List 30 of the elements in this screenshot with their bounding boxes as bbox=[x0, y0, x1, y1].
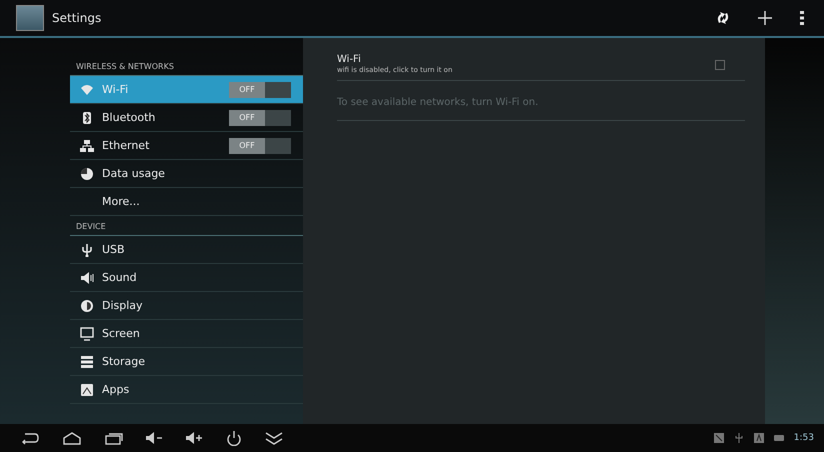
settings-item[interactable]: Display bbox=[70, 292, 303, 320]
contrast-icon bbox=[80, 298, 94, 312]
settings-item[interactable]: USB bbox=[70, 236, 303, 264]
pie-chart-icon bbox=[80, 166, 94, 180]
network-icon bbox=[80, 138, 94, 152]
settings-item[interactable]: Sound bbox=[70, 264, 303, 292]
bluetooth-icon bbox=[80, 110, 94, 124]
settings-item[interactable]: Screen bbox=[70, 320, 303, 348]
speaker-icon bbox=[80, 270, 94, 284]
battery-icon bbox=[774, 433, 784, 443]
wifi-title: Wi-Fi bbox=[337, 54, 362, 65]
wifi-icon bbox=[80, 82, 94, 96]
clock: 1:53 bbox=[794, 433, 814, 443]
settings-item[interactable]: Bluetooth OFF bbox=[70, 104, 303, 132]
keyboard-icon bbox=[754, 433, 764, 443]
wifi-off-message: To see available networks, turn Wi-Fi on. bbox=[337, 81, 745, 121]
settings-item[interactable]: Storage bbox=[70, 348, 303, 376]
settings-app-icon bbox=[16, 5, 44, 31]
list-icon bbox=[80, 354, 94, 368]
usb-icon bbox=[734, 433, 744, 443]
section-header: DEVICE bbox=[70, 222, 303, 236]
usb-icon bbox=[80, 242, 94, 256]
monitor-icon bbox=[80, 326, 94, 340]
settings-item[interactable]: Data usage bbox=[70, 160, 303, 188]
settings-item[interactable]: Apps bbox=[70, 376, 303, 404]
notification-icon bbox=[714, 433, 724, 443]
wifi-checkbox[interactable] bbox=[715, 60, 725, 70]
app-title: Settings bbox=[52, 11, 102, 25]
image-icon bbox=[80, 382, 94, 396]
settings-item[interactable]: Ethernet OFF bbox=[70, 132, 303, 160]
